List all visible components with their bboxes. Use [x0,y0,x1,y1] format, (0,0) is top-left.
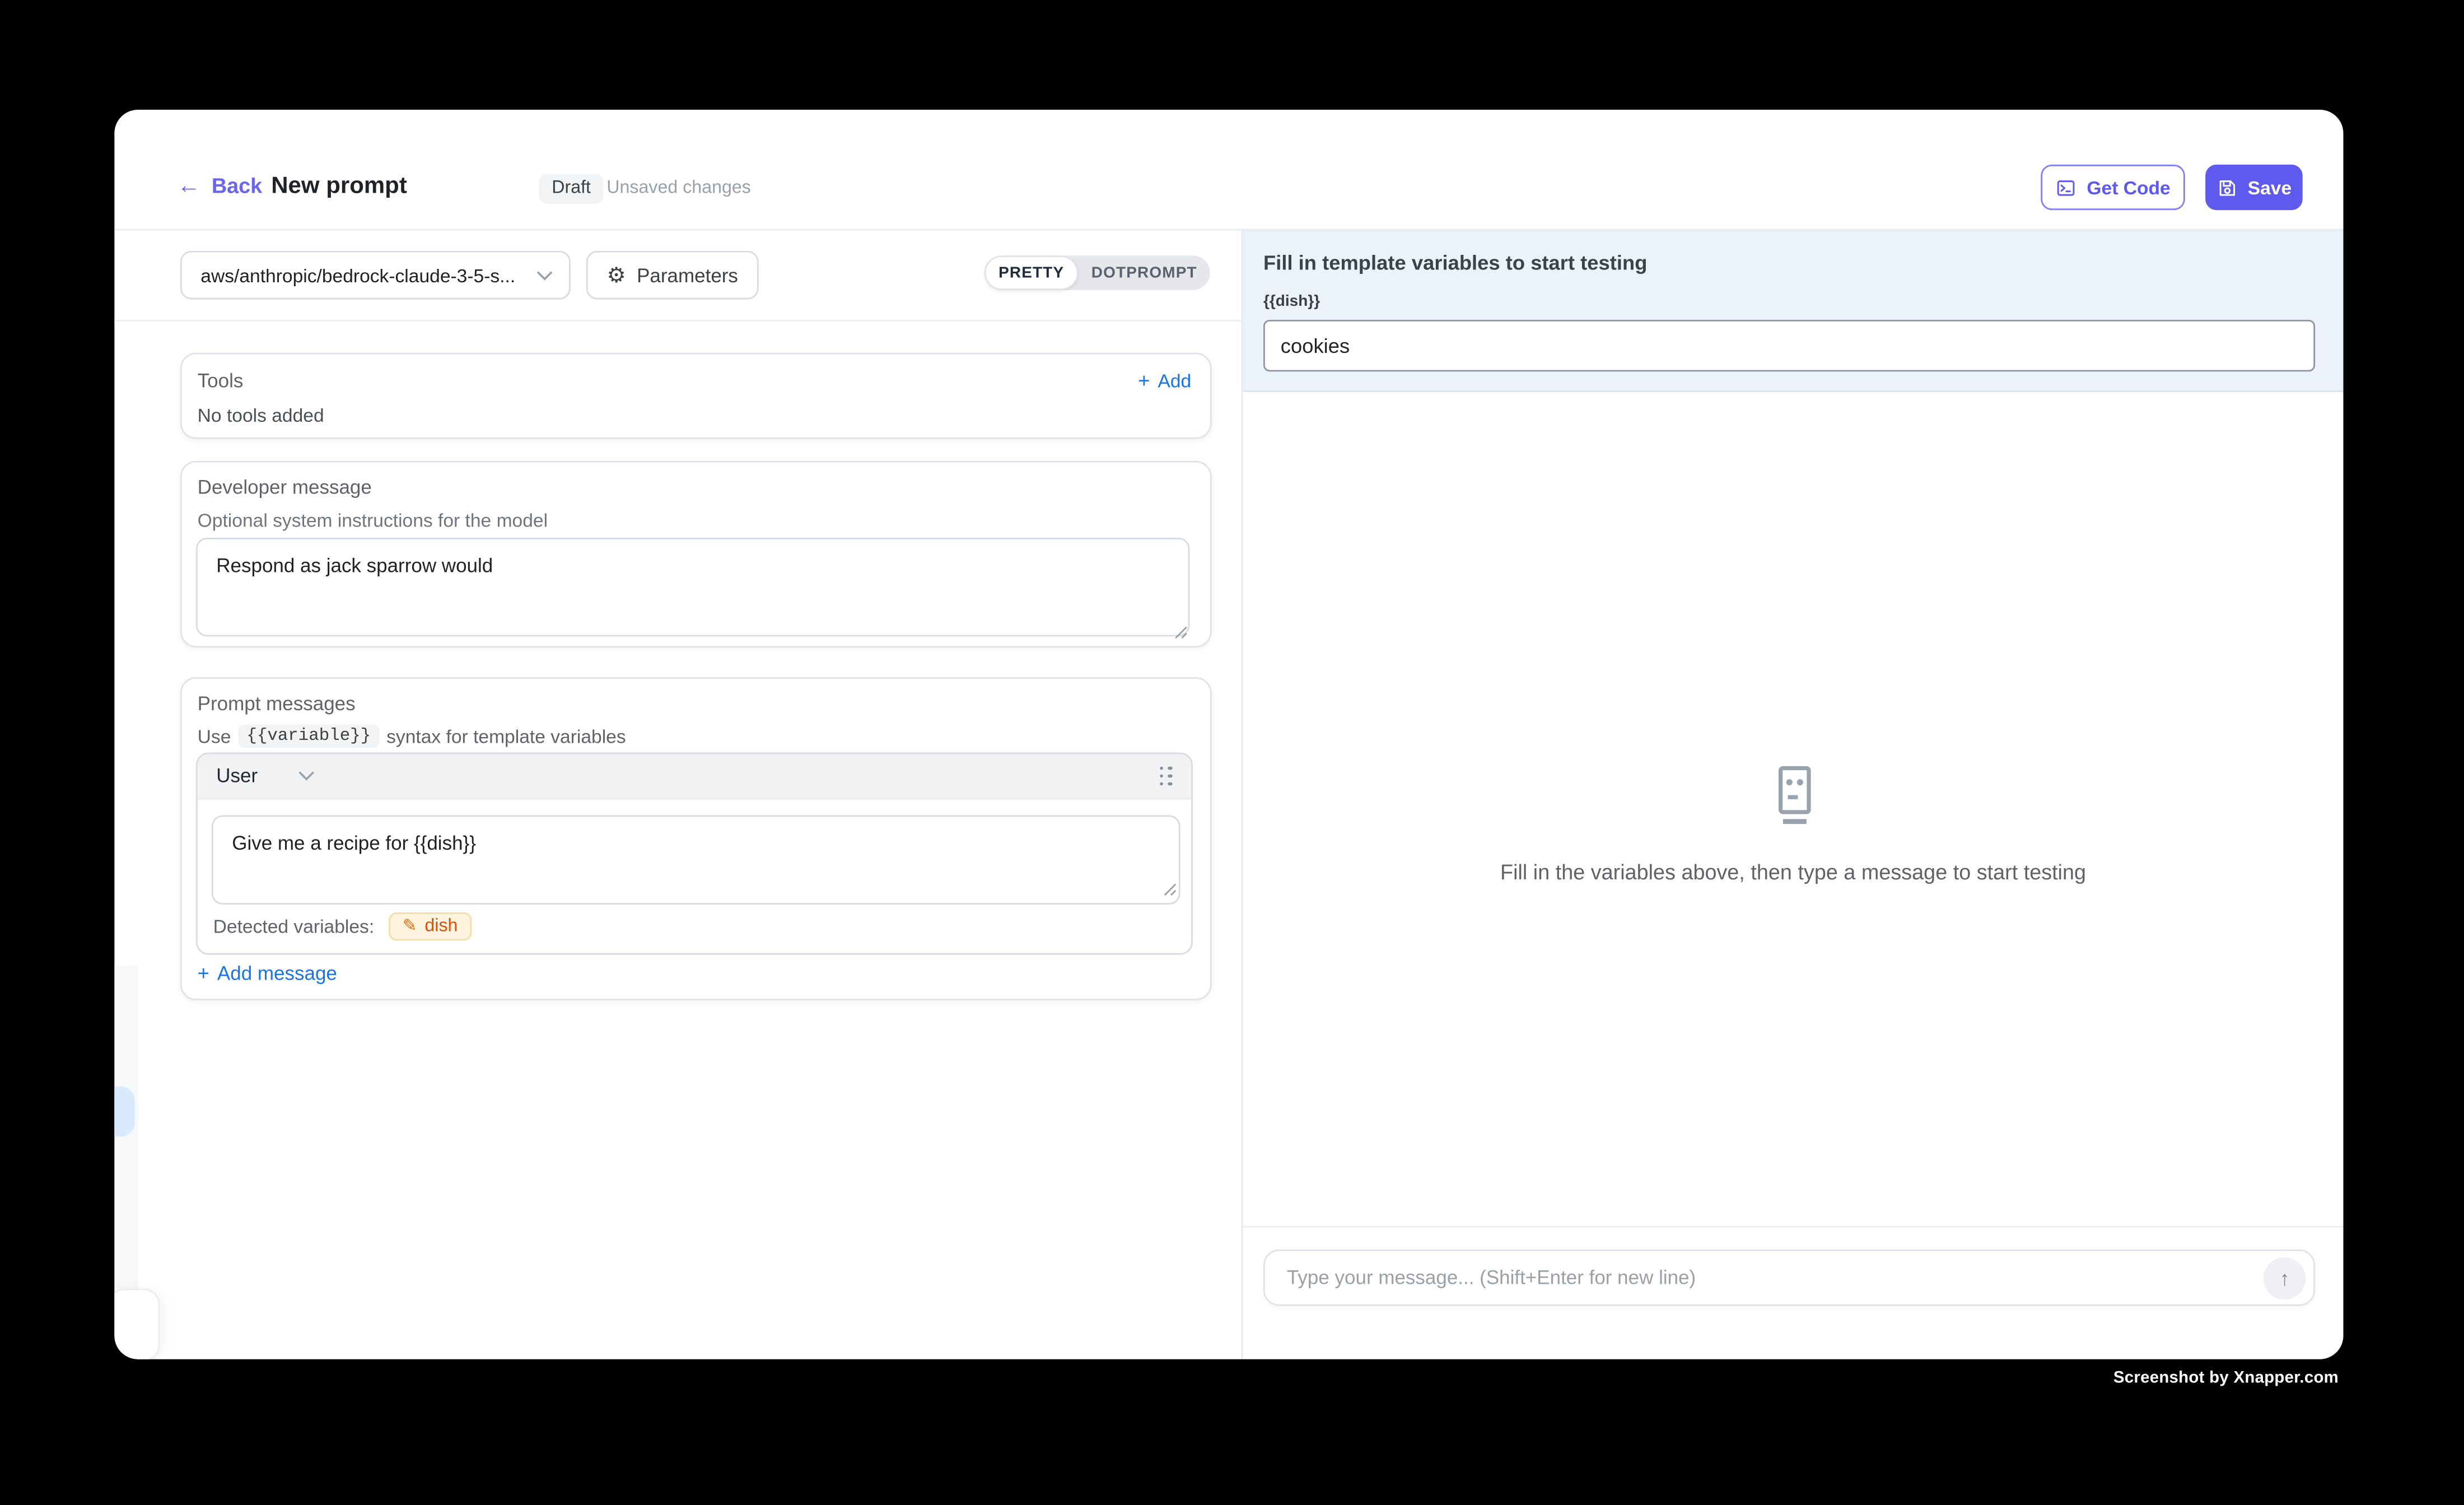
save-label: Save [2248,176,2292,198]
sidebar-selected-item-fragment [114,1087,134,1137]
add-message-button[interactable]: + Add message [198,961,337,985]
variable-name: dish [424,917,458,936]
prompt-messages-card: Prompt messages Use {{variable}} syntax … [180,677,1212,1000]
user-message-input[interactable]: Give me a recipe for {{dish}} [212,815,1180,905]
add-tool-label: Add [1158,369,1191,391]
variable-dish-input[interactable] [1263,320,2315,371]
empty-state-text: Fill in the variables above, then type a… [1243,861,2344,884]
chevron-down-icon [298,770,316,782]
chat-empty-state: Fill in the variables above, then type a… [1243,763,2344,884]
hint-variable-code: {{variable}} [239,724,379,748]
add-message-label: Add message [217,962,337,984]
arrow-up-icon: ↑ [2279,1266,2289,1289]
template-syntax-hint: Use {{variable}} syntax for template var… [198,724,1210,748]
developer-message-card: Developer message Optional system instru… [180,461,1212,647]
page-title: New prompt [271,173,407,199]
variable-dish-label: {{dish}} [1263,293,2344,310]
format-toggle: PRETTY DOTPROMPT [984,255,1210,290]
model-selector-value: aws/anthropic/bedrock-claude-3-5-s... [200,264,536,286]
save-button[interactable]: Save [2205,165,2303,210]
tools-card: Tools + Add No tools added [180,353,1212,439]
chat-message-input[interactable] [1287,1267,2264,1289]
gear-icon: ⚙ [607,264,626,286]
plus-icon: + [1138,369,1150,392]
detected-variables-row: Detected variables: ✎ dish [213,912,472,940]
variable-chip-dish[interactable]: ✎ dish [388,912,472,940]
app-window: ← Back New prompt Draft Unsaved changes … [114,110,2343,1359]
toolbar-divider [114,320,1241,321]
prompt-messages-title: Prompt messages [198,693,1210,715]
get-code-label: Get Code [2087,176,2170,198]
add-tool-button[interactable]: + Add [1138,369,1191,392]
toggle-option-dotprompt[interactable]: DOTPROMPT [1079,255,1210,290]
resize-handle-icon[interactable] [1163,883,1177,897]
tools-empty-text: No tools added [198,404,1192,426]
terminal-icon [2055,176,2077,198]
role-selector[interactable]: User [216,765,315,787]
detected-variables-label: Detected variables: [213,916,375,938]
variables-panel-title: Fill in template variables to start test… [1263,251,2344,274]
hint-suffix: syntax for template variables [386,725,626,747]
status-badge: Draft [539,174,604,204]
chevron-down-icon [536,269,553,281]
message-block: User Give me a recipe for {{dish}} [196,753,1193,955]
screenshot-canvas: ← Back New prompt Draft Unsaved changes … [0,0,2464,1505]
resize-handle-icon[interactable] [1174,626,1188,640]
back-label: Back [212,174,262,198]
robot-icon [1764,763,1822,826]
drag-handle-icon[interactable] [1159,766,1172,786]
save-icon [2216,176,2238,198]
chat-input-container: ↑ [1263,1250,2315,1306]
back-button[interactable]: ← Back [177,174,262,198]
toggle-option-pretty[interactable]: PRETTY [984,255,1079,290]
developer-message-input[interactable]: Respond as jack sparrow would [196,538,1190,636]
watermark-text: Screenshot by Xnapper.com [2113,1369,2339,1388]
unsaved-changes-text: Unsaved changes [606,179,751,198]
parameters-label: Parameters [637,264,738,286]
tools-title: Tools [198,369,244,391]
plus-icon: + [198,961,209,985]
send-button[interactable]: ↑ [2264,1256,2306,1299]
message-header: User [198,754,1192,799]
template-variables-panel: Fill in template variables to start test… [1243,230,2344,392]
chat-divider [1243,1226,2344,1228]
role-value: User [216,765,258,787]
parameters-button[interactable]: ⚙ Parameters [586,251,759,300]
corner-card-fragment [114,1289,160,1359]
hint-prefix: Use [198,725,231,747]
get-code-button[interactable]: Get Code [2041,165,2185,210]
arrow-left-icon: ← [177,174,200,198]
pencil-icon: ✎ [403,918,417,935]
developer-message-title: Developer message [198,477,1210,498]
developer-message-subtitle: Optional system instructions for the mod… [198,510,1210,532]
model-selector[interactable]: aws/anthropic/bedrock-claude-3-5-s... [180,251,571,300]
